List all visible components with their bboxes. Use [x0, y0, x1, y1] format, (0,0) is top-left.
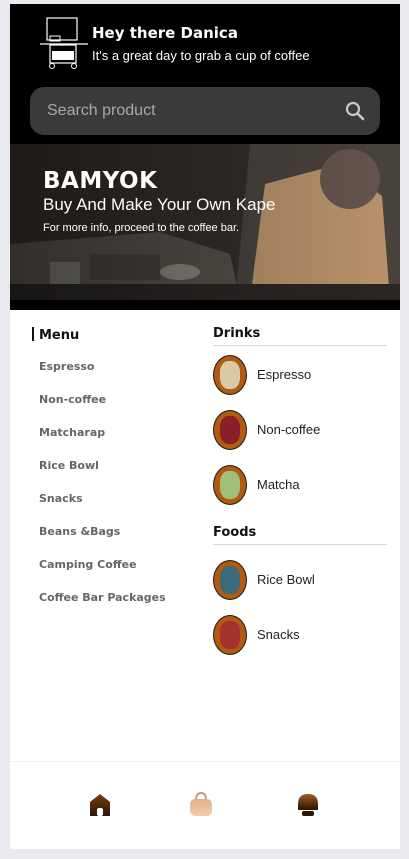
menu-heading: Menu [32, 327, 79, 343]
menu-item-camping-coffee[interactable]: Camping Coffee [39, 558, 166, 591]
drink-item-label: Espresso [257, 367, 312, 382]
menu-heading-label: Menu [39, 328, 80, 343]
menu-item-snacks[interactable]: Snacks [39, 492, 166, 525]
matcha-image [220, 471, 240, 499]
drink-item-label: Matcha [257, 477, 300, 492]
greeting-subtitle: It's a great day to grab a cup of coffee [92, 48, 310, 63]
banner-subtitle: Buy And Make Your Own Kape [43, 195, 276, 214]
drink-item-matcha[interactable]: Matcha [213, 465, 383, 505]
matcha-thumbnail [213, 465, 247, 505]
banner-note: For more info, proceed to the coffee bar… [43, 222, 240, 234]
banner-title: BAMYOK [43, 168, 158, 194]
non-coffee-image [220, 416, 240, 444]
espresso-thumbnail [213, 355, 247, 395]
menu-item-coffee-bar-packages[interactable]: Coffee Bar Packages [39, 591, 166, 624]
promo-banner[interactable]: BAMYOK Buy And Make Your Own Kape For mo… [10, 144, 400, 300]
food-item-rice-bowl[interactable]: Rice Bowl [213, 560, 383, 600]
profile-icon [298, 794, 318, 816]
search-input[interactable] [47, 99, 337, 123]
nav-bag-button[interactable] [187, 790, 215, 820]
menu-heading-bar [32, 327, 34, 341]
bottom-nav-divider [10, 761, 400, 762]
drink-item-non-coffee[interactable]: Non-coffee [213, 410, 383, 450]
kofinos-logo [38, 16, 90, 70]
search-bar[interactable] [30, 87, 380, 135]
greeting-title: Hey there Danica [92, 24, 238, 42]
search-icon[interactable] [344, 100, 366, 122]
food-item-label: Snacks [257, 627, 300, 642]
food-item-label: Rice Bowl [257, 572, 315, 587]
home-icon [90, 794, 110, 816]
snacks-thumbnail [213, 615, 247, 655]
rice-bowl-image [220, 566, 240, 594]
menu-list: Espresso Non-coffee Matcharap Rice Bowl … [39, 360, 166, 624]
foods-heading: Foods [213, 525, 257, 540]
drinks-heading: Drinks [213, 326, 261, 341]
espresso-image [220, 361, 240, 389]
drink-item-espresso[interactable]: Espresso [213, 355, 383, 395]
snacks-image [220, 621, 240, 649]
non-coffee-thumbnail [213, 410, 247, 450]
menu-item-matcharap[interactable]: Matcharap [39, 426, 166, 459]
drinks-divider [213, 345, 387, 346]
nav-home-button[interactable] [86, 790, 114, 820]
menu-item-beans-bags[interactable]: Beans &Bags [39, 525, 166, 558]
menu-item-espresso[interactable]: Espresso [39, 360, 166, 393]
drink-item-label: Non-coffee [257, 422, 321, 437]
nav-profile-button[interactable] [294, 790, 322, 820]
rice-bowl-thumbnail [213, 560, 247, 600]
foods-divider [213, 544, 387, 545]
menu-item-non-coffee[interactable]: Non-coffee [39, 393, 166, 426]
app-screen: Hey there Danica It's a great day to gra… [10, 4, 400, 849]
bag-icon [190, 791, 212, 816]
food-item-snacks[interactable]: Snacks [213, 615, 383, 655]
menu-item-rice-bowl[interactable]: Rice Bowl [39, 459, 166, 492]
